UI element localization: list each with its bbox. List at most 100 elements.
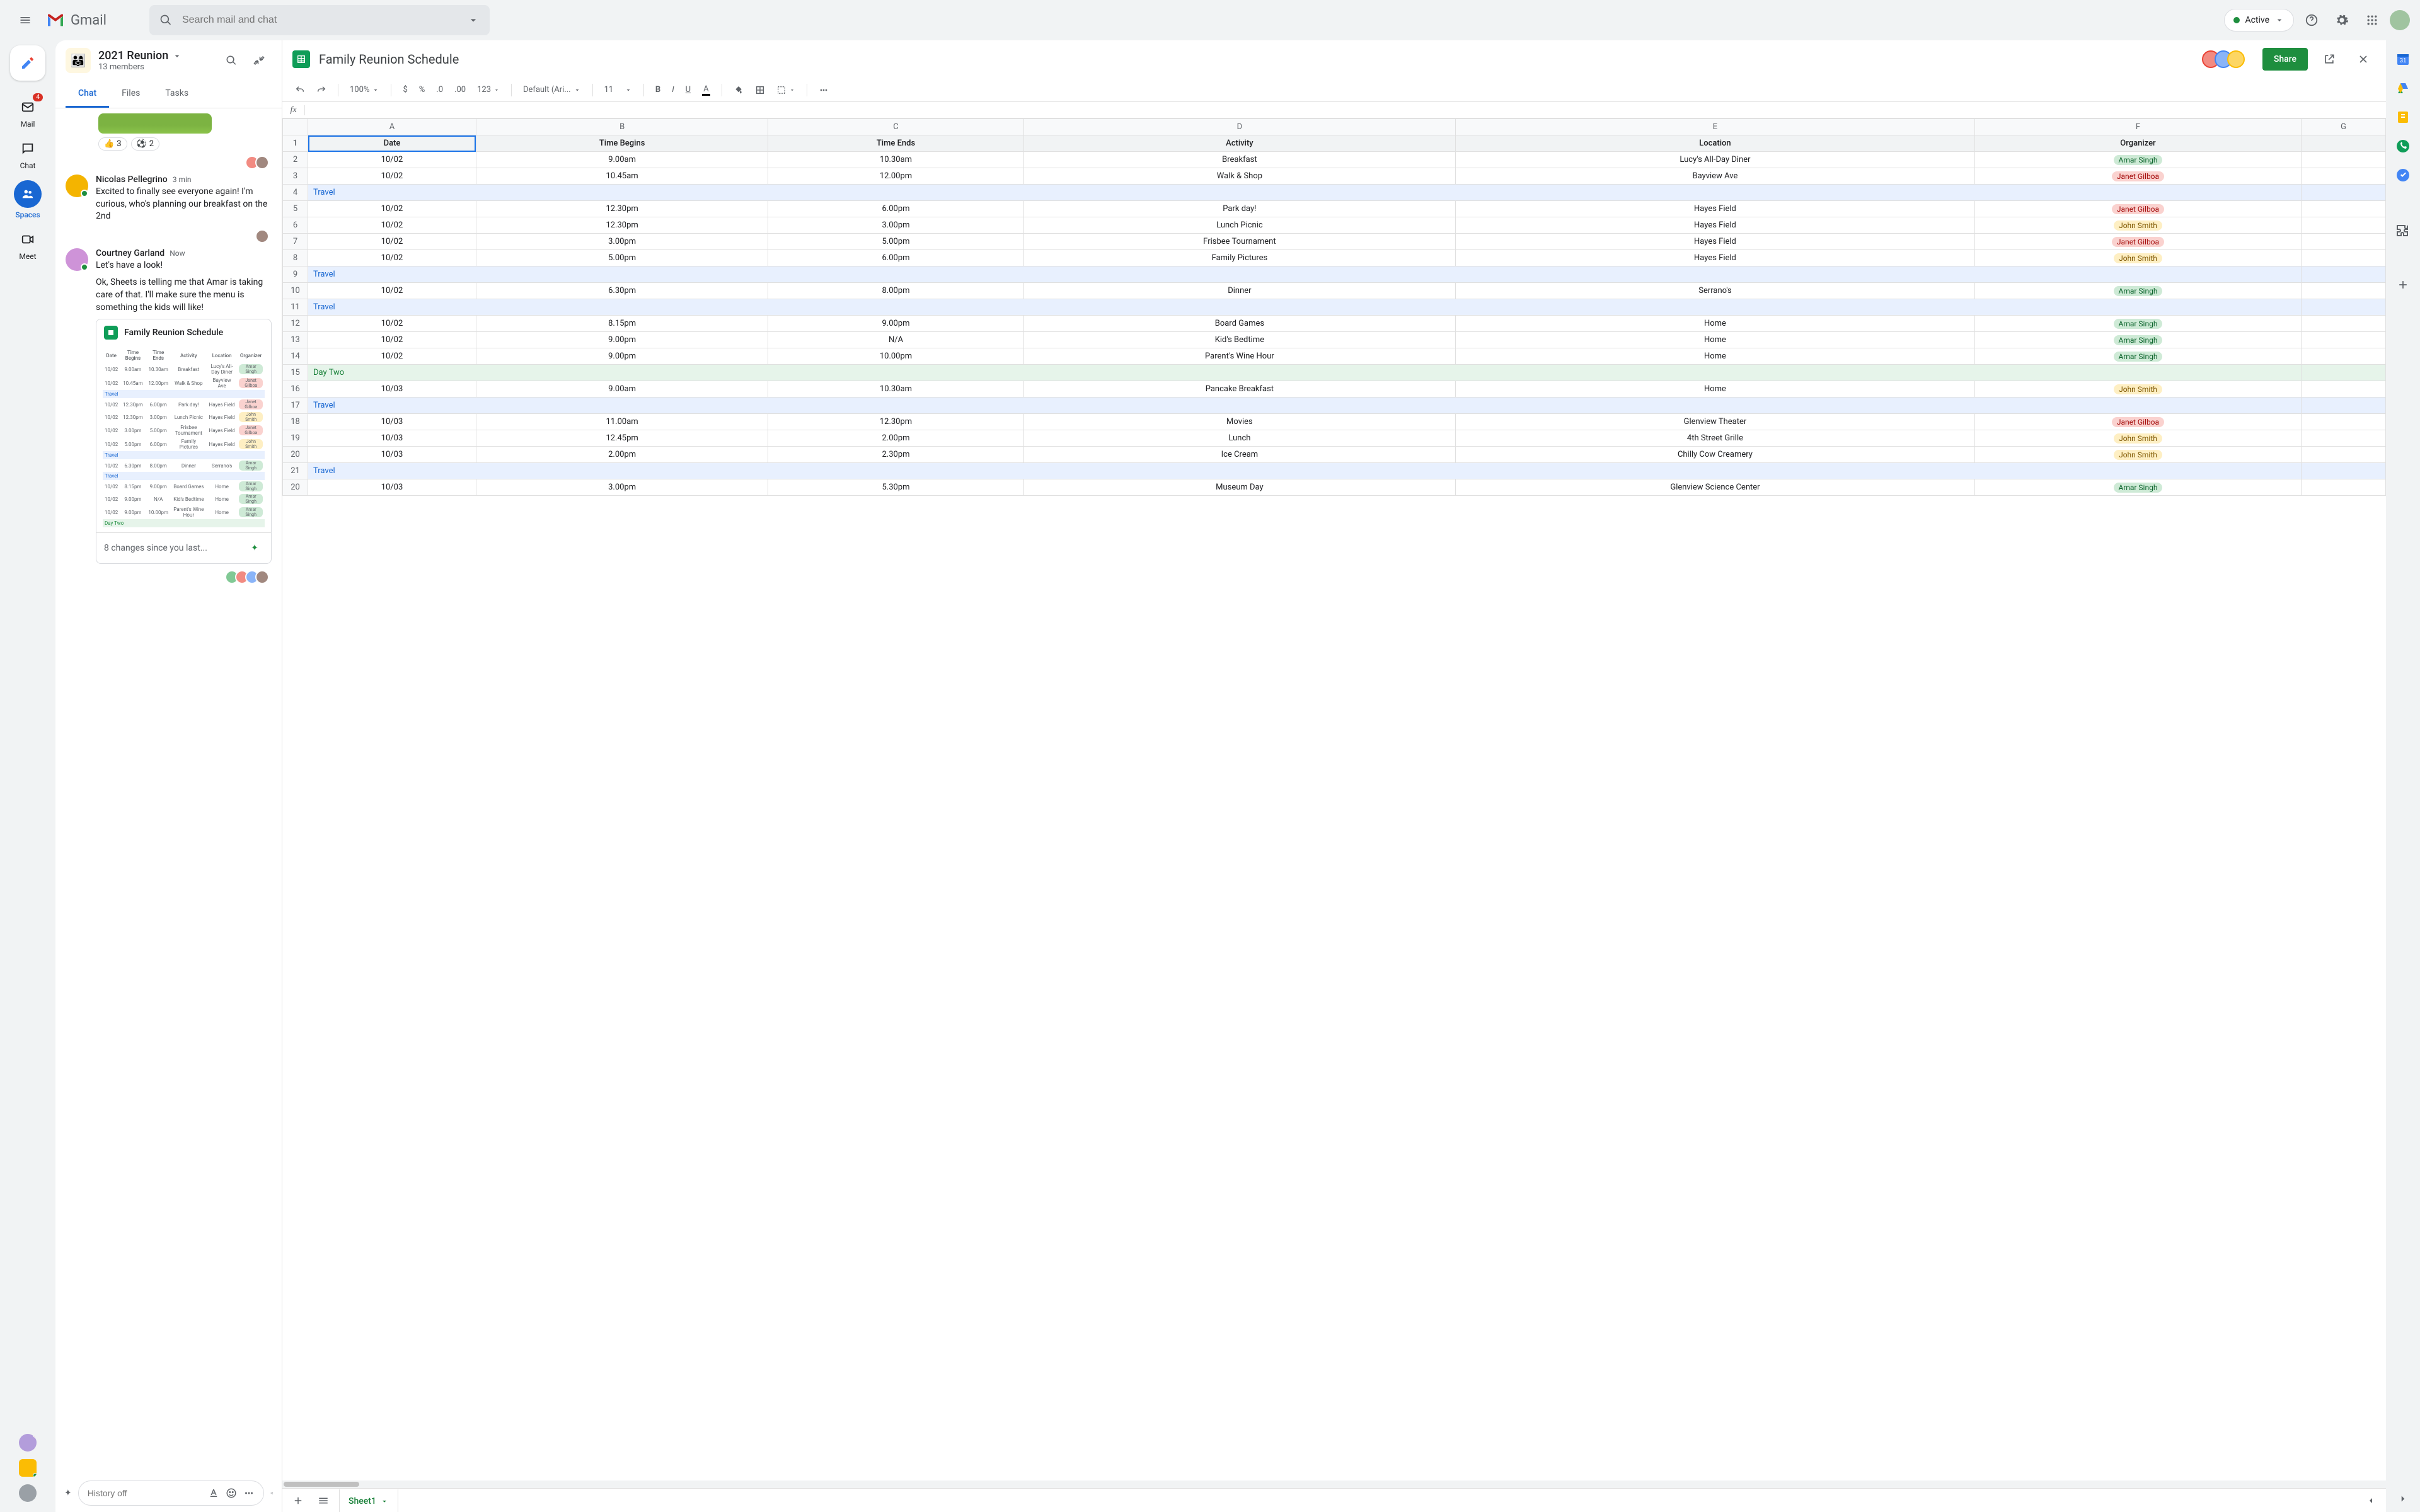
cell[interactable]: Amar Singh bbox=[1974, 152, 2301, 168]
settings-button[interactable] bbox=[2329, 8, 2354, 33]
tab-tasks[interactable]: Tasks bbox=[153, 81, 201, 108]
row-header[interactable]: 2 bbox=[283, 152, 308, 168]
image-attachment[interactable] bbox=[98, 113, 212, 134]
cell[interactable]: Frisbee Tournament bbox=[1023, 234, 1455, 250]
cell[interactable]: Lunch Picnic bbox=[1023, 217, 1455, 234]
col-header[interactable]: G bbox=[2302, 119, 2386, 135]
more-toolbar-button[interactable] bbox=[815, 83, 833, 98]
cell[interactable]: Breakfast bbox=[1023, 152, 1455, 168]
cell[interactable]: 11.00am bbox=[476, 414, 768, 430]
cell[interactable]: 12.30pm bbox=[476, 217, 768, 234]
drive-app-button[interactable] bbox=[2395, 81, 2411, 96]
sheet-preview-card[interactable]: Family Reunion Schedule DateTime BeginsT… bbox=[96, 319, 272, 564]
cell[interactable]: Family Pictures bbox=[1023, 250, 1455, 266]
cell[interactable]: 12.45pm bbox=[476, 430, 768, 447]
underline-button[interactable]: U bbox=[682, 83, 694, 97]
cell[interactable]: Parent's Wine Hour bbox=[1023, 348, 1455, 365]
text-format-icon[interactable] bbox=[208, 1487, 219, 1499]
cell[interactable]: Hayes Field bbox=[1456, 217, 1975, 234]
cell[interactable]: 10/02 bbox=[308, 217, 476, 234]
nav-meet[interactable]: Meet bbox=[8, 226, 48, 265]
row-header[interactable]: 8 bbox=[283, 250, 308, 266]
explore-chevron[interactable] bbox=[2362, 1493, 2380, 1508]
message-avatar[interactable] bbox=[66, 248, 88, 271]
search-in-space-button[interactable] bbox=[219, 48, 244, 73]
cell[interactable]: 10/03 bbox=[308, 414, 476, 430]
currency-button[interactable]: $ bbox=[399, 83, 411, 97]
cell[interactable]: 10.30am bbox=[768, 381, 1023, 398]
addons-button[interactable] bbox=[2395, 223, 2411, 238]
sheet-tab[interactable]: Sheet1 bbox=[339, 1489, 398, 1512]
cell[interactable]: 10.00pm bbox=[768, 348, 1023, 365]
cell[interactable]: Home bbox=[1456, 332, 1975, 348]
cell[interactable]: Amar Singh bbox=[1974, 348, 2301, 365]
cell[interactable]: Chilly Cow Creamery bbox=[1456, 447, 1975, 463]
cell[interactable]: 10/02 bbox=[308, 283, 476, 299]
cell[interactable]: John Smith bbox=[1974, 447, 2301, 463]
col-header[interactable]: C bbox=[768, 119, 1023, 135]
redo-button[interactable] bbox=[313, 83, 330, 98]
cell[interactable]: 5.00pm bbox=[476, 250, 768, 266]
cell[interactable]: 12.00pm bbox=[768, 168, 1023, 185]
cell[interactable]: Travel bbox=[308, 266, 2302, 283]
cell[interactable]: 10/02 bbox=[308, 234, 476, 250]
cell[interactable]: Bayview Ave bbox=[1456, 168, 1975, 185]
cell[interactable]: 10/02 bbox=[308, 168, 476, 185]
cell[interactable]: N/A bbox=[768, 332, 1023, 348]
cell[interactable]: 2.00pm bbox=[768, 430, 1023, 447]
keep-app-button[interactable] bbox=[2395, 110, 2411, 125]
open-new-button[interactable] bbox=[2317, 47, 2342, 72]
cell[interactable]: Home bbox=[1456, 348, 1975, 365]
cell[interactable]: 4th Street Grille bbox=[1456, 430, 1975, 447]
message-avatar[interactable] bbox=[66, 175, 88, 197]
chevron-down-icon[interactable] bbox=[172, 51, 182, 61]
cell[interactable]: Travel bbox=[308, 463, 2302, 479]
cell[interactable]: Janet Gilboa bbox=[1974, 234, 2301, 250]
collaborators[interactable] bbox=[2207, 50, 2245, 68]
cell[interactable]: John Smith bbox=[1974, 381, 2301, 398]
row-header[interactable]: 16 bbox=[283, 381, 308, 398]
cell[interactable]: Park day! bbox=[1023, 201, 1455, 217]
row-header[interactable]: 4 bbox=[283, 185, 308, 201]
send-icon[interactable] bbox=[270, 1486, 273, 1500]
cell[interactable]: Day Two bbox=[308, 365, 2302, 381]
row-header[interactable]: 21 bbox=[283, 463, 308, 479]
cell[interactable]: Board Games bbox=[1023, 316, 1455, 332]
status-chip[interactable]: Active bbox=[2224, 9, 2294, 32]
nav-chat[interactable]: Chat bbox=[8, 135, 48, 174]
cell[interactable]: 10/02 bbox=[308, 332, 476, 348]
cell[interactable]: 9.00am bbox=[476, 381, 768, 398]
row-header[interactable]: 18 bbox=[283, 414, 308, 430]
inc-decimal-button[interactable]: .00 bbox=[451, 83, 470, 97]
reaction-soccer[interactable]: ⚽ 2 bbox=[131, 137, 160, 151]
cell[interactable]: 3.00pm bbox=[476, 234, 768, 250]
cell[interactable]: Walk & Shop bbox=[1023, 168, 1455, 185]
text-color-button[interactable]: A bbox=[698, 82, 713, 98]
reaction-thumbs[interactable]: 👍 3 bbox=[98, 137, 127, 151]
row-header[interactable]: 9 bbox=[283, 266, 308, 283]
cell[interactable]: 8.15pm bbox=[476, 316, 768, 332]
cell[interactable]: Hayes Field bbox=[1456, 250, 1975, 266]
calendar-app-button[interactable]: 31 bbox=[2395, 52, 2411, 67]
number-format-button[interactable]: 123 bbox=[473, 83, 504, 97]
cell[interactable]: 2.30pm bbox=[768, 447, 1023, 463]
apps-button[interactable] bbox=[2360, 8, 2385, 33]
cell[interactable]: 12.30pm bbox=[476, 201, 768, 217]
contacts-app-button[interactable] bbox=[2395, 139, 2411, 154]
col-header[interactable]: B bbox=[476, 119, 768, 135]
cell[interactable]: 3.00pm bbox=[768, 217, 1023, 234]
pinned-chat-1[interactable] bbox=[19, 1434, 37, 1452]
nav-spaces[interactable]: Spaces bbox=[8, 176, 48, 223]
col-header[interactable]: F bbox=[1974, 119, 2301, 135]
cell[interactable]: 10/03 bbox=[308, 447, 476, 463]
cell[interactable]: 2.00pm bbox=[476, 447, 768, 463]
sheets-logo-icon[interactable] bbox=[292, 50, 310, 68]
row-header[interactable]: 1 bbox=[283, 135, 308, 152]
row-header[interactable]: 11 bbox=[283, 299, 308, 316]
row-header[interactable]: 15 bbox=[283, 365, 308, 381]
gmail-logo[interactable]: Gmail bbox=[45, 10, 107, 30]
row-header[interactable]: 13 bbox=[283, 332, 308, 348]
more-icon[interactable] bbox=[243, 1487, 255, 1499]
cell[interactable]: Amar Singh bbox=[1974, 479, 2301, 496]
header-cell[interactable]: Location bbox=[1456, 135, 1975, 152]
